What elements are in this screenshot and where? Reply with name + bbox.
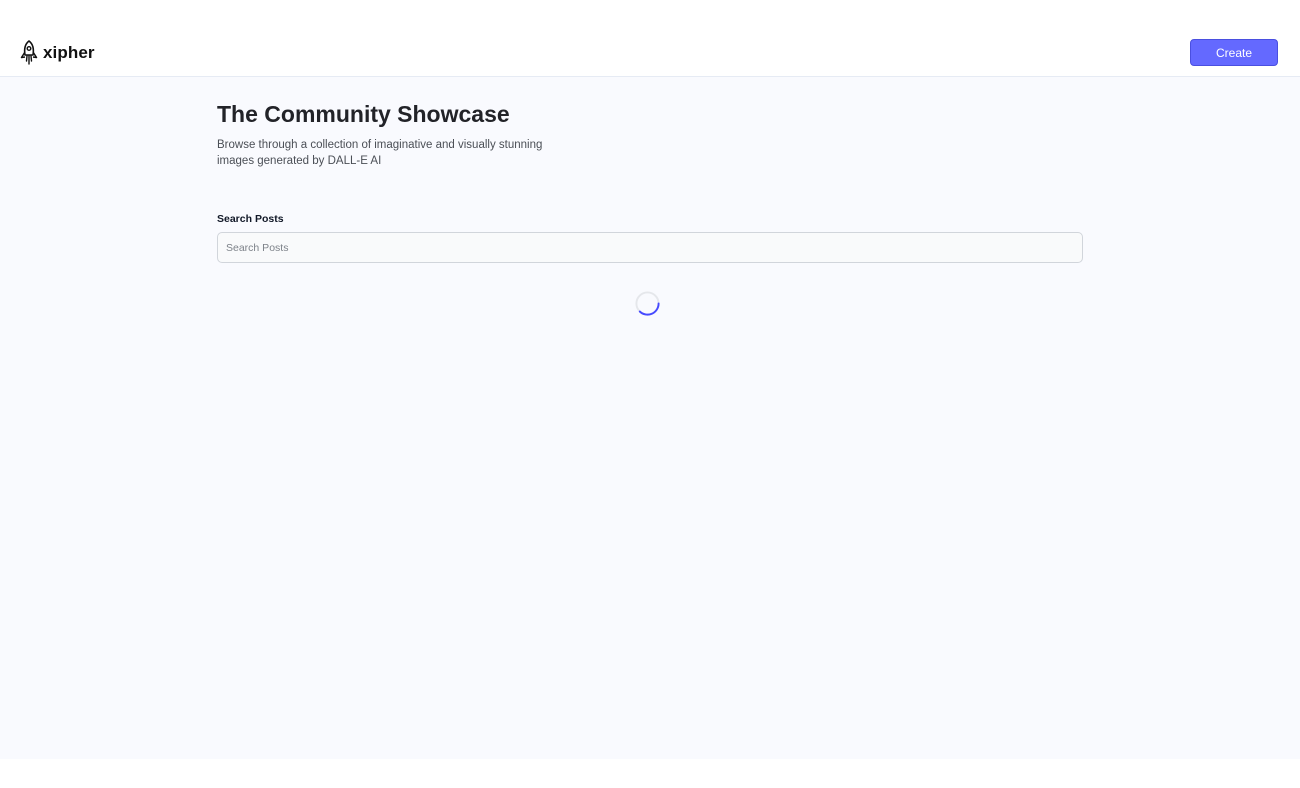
page-subtitle: Browse through a collection of imaginati… <box>217 139 543 167</box>
main-content: The Community Showcase Browse through a … <box>0 77 1300 759</box>
search-label: Search Posts <box>217 213 284 225</box>
brand-name: xipher <box>43 43 95 62</box>
logo-link[interactable]: xipher <box>20 40 95 66</box>
rocket-icon <box>20 40 38 65</box>
top-header: xipher Create <box>0 0 1300 77</box>
page-title: The Community Showcase <box>217 101 510 127</box>
create-button[interactable]: Create <box>1190 39 1278 66</box>
search-input[interactable] <box>217 232 1083 263</box>
loading-spinner-icon <box>635 291 660 316</box>
